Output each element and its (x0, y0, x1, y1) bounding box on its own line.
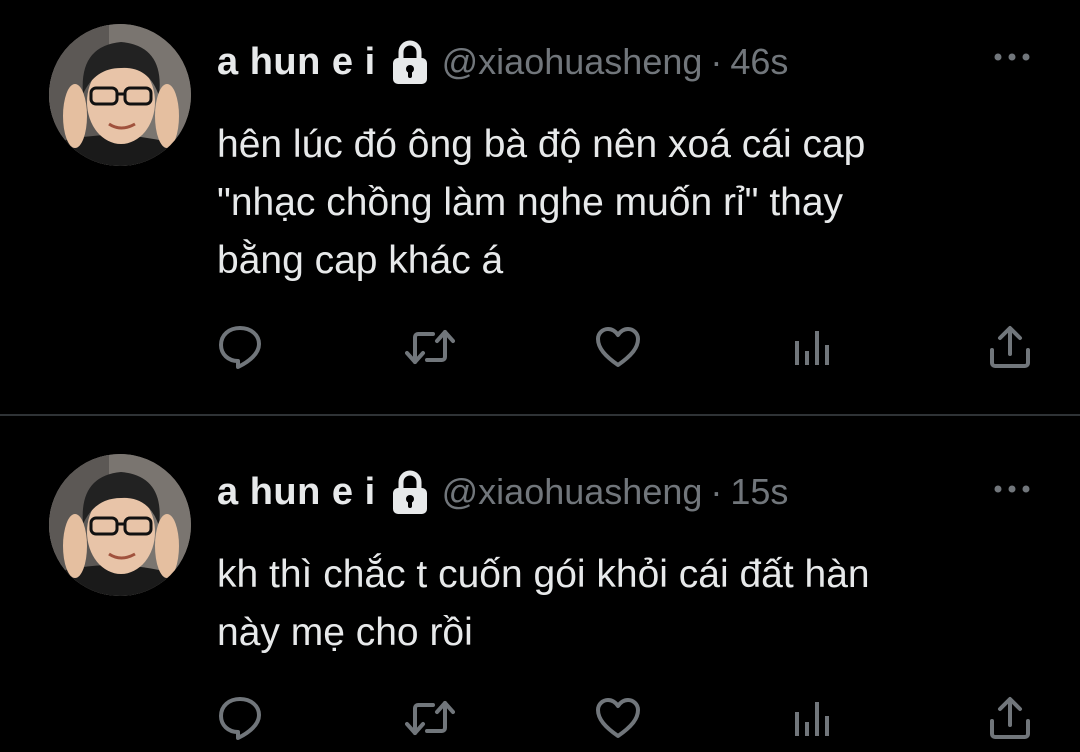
tweet-text-line: này mẹ cho rồi (217, 611, 473, 654)
more-icon[interactable] (992, 482, 1032, 496)
tweet-text-line: hên lúc đó ông bà độ nên xoá cái cap (217, 123, 866, 166)
share-icon[interactable] (985, 322, 1035, 372)
lock-icon (390, 469, 430, 515)
like-icon[interactable] (593, 322, 643, 372)
retweet-icon[interactable] (405, 322, 455, 372)
analytics-icon[interactable] (787, 693, 837, 743)
lock-icon (390, 39, 430, 85)
tweet-text-line: "nhạc chồng làm nghe muốn rỉ" thay (217, 181, 844, 224)
tweet-text-line: kh thì chắc t cuốn gói khỏi cái đất hàn (217, 553, 870, 596)
timestamp[interactable]: 15s (730, 471, 788, 513)
display-name[interactable]: a hun e i (217, 471, 376, 514)
separator: · (710, 41, 723, 82)
user-handle[interactable]: @xiaohuasheng (442, 41, 703, 83)
tweet[interactable]: a hun e i @xiaohuasheng · 46s hên lúc đó… (0, 0, 1080, 414)
timestamp[interactable]: 46s (730, 41, 788, 83)
avatar[interactable] (49, 454, 191, 596)
tweet-text: hên lúc đó ông bà độ nên xoá cái cap "nh… (217, 116, 1037, 290)
tweet[interactable]: a hun e i @xiaohuasheng · 15s kh thì chắ… (0, 416, 1080, 752)
tweet-text: kh thì chắc t cuốn gói khỏi cái đất hàn … (217, 546, 1037, 662)
avatar[interactable] (49, 24, 191, 166)
tweet-actions (0, 322, 1080, 372)
user-handle[interactable]: @xiaohuasheng (442, 471, 703, 513)
tweet-text-line: bằng cap khác á (217, 239, 504, 282)
display-name[interactable]: a hun e i (217, 41, 376, 84)
reply-icon[interactable] (215, 322, 265, 372)
reply-icon[interactable] (215, 693, 265, 743)
share-icon[interactable] (985, 693, 1035, 743)
separator: · (710, 471, 723, 512)
tweet-header: a hun e i @xiaohuasheng · 46s (217, 38, 788, 86)
tweet-header: a hun e i @xiaohuasheng · 15s (217, 468, 788, 516)
more-icon[interactable] (992, 50, 1032, 64)
like-icon[interactable] (593, 693, 643, 743)
analytics-icon[interactable] (787, 322, 837, 372)
retweet-icon[interactable] (405, 693, 455, 743)
tweet-actions (0, 693, 1080, 743)
